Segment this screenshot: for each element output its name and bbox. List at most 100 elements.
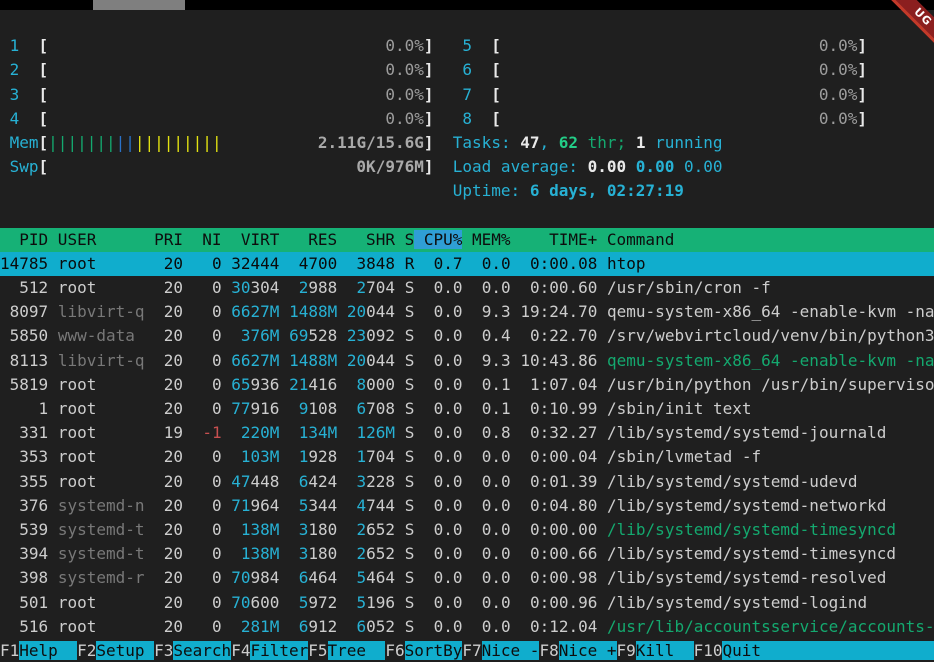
- process-row[interactable]: 5819 root 20 0 65936 21416 8000 S 0.0 0.…: [0, 373, 934, 397]
- meter-open-bracket: [: [39, 157, 49, 176]
- text-segment: [0, 206, 10, 225]
- res-cell: 972: [308, 593, 337, 612]
- text-segment: [463, 447, 473, 466]
- column-header-res[interactable]: RES: [279, 230, 337, 249]
- fkey-setup-button[interactable]: Setup: [96, 641, 154, 660]
- process-row[interactable]: 398 systemd-r 20 0 70984 6464 5464 S 0.0…: [0, 566, 934, 590]
- fkey-tree-button[interactable]: Tree: [328, 641, 386, 660]
- text-segment: [395, 326, 405, 345]
- text-segment: [626, 157, 636, 176]
- text-segment: [48, 520, 58, 539]
- mem-cell: 0.0: [472, 496, 511, 515]
- user-cell: systemd-n: [58, 496, 145, 515]
- fkey-filter-button[interactable]: Filter: [250, 641, 308, 660]
- column-header-virt[interactable]: VIRT: [222, 230, 280, 249]
- process-row[interactable]: 516 root 20 0 281M 6912 6052 S 0.0 0.0 0…: [0, 615, 934, 639]
- column-header-time[interactable]: TIME+: [511, 230, 598, 249]
- column-header-pri[interactable]: PRI: [145, 230, 184, 249]
- text-segment: [395, 447, 405, 466]
- fkey-nice--button[interactable]: Nice -: [482, 641, 540, 660]
- meter-value: 0.0%: [501, 60, 857, 79]
- text-segment: [279, 447, 289, 466]
- fkey-help-button[interactable]: Help: [19, 641, 77, 660]
- pid-cell: 14785: [0, 254, 48, 273]
- text-segment: [222, 302, 232, 321]
- time-cell: 0:00.00: [520, 520, 597, 539]
- res-cell: 134M: [289, 423, 337, 442]
- virt-cell: 376M: [231, 326, 279, 345]
- column-header-cpu[interactable]: CPU%: [414, 230, 462, 249]
- text-segment: [337, 399, 347, 418]
- res-cell: 988: [308, 278, 337, 297]
- text-segment: [183, 520, 193, 539]
- text-segment: [511, 568, 521, 587]
- fkey-kill-button[interactable]: Kill: [636, 641, 694, 660]
- process-row[interactable]: 539 systemd-t 20 0 138M 3180 2652 S 0.0 …: [0, 518, 934, 542]
- process-row[interactable]: 8113 libvirt-q 20 0 6627M 1488M 20044 S …: [0, 349, 934, 373]
- user-cell: www-data: [58, 326, 145, 345]
- text-segment: [511, 423, 521, 442]
- text-segment: [395, 278, 405, 297]
- mem-bar-cache-pipes: |||||||||: [135, 133, 222, 152]
- column-header-command[interactable]: Command: [597, 230, 934, 249]
- process-row[interactable]: 394 systemd-t 20 0 138M 3180 2652 S 0.0 …: [0, 542, 934, 566]
- process-row[interactable]: 331 root 19 -1 220M 134M 126M S 0.0 0.8 …: [0, 421, 934, 445]
- shr-cell: 652: [366, 520, 395, 539]
- ni-cell: 0: [193, 375, 222, 394]
- virt-cell: 936: [251, 375, 280, 394]
- virt-cell: 138M: [231, 544, 279, 563]
- process-row[interactable]: 14785 root 20 0 32444 4700 3848 R 0.7 0.…: [0, 252, 934, 276]
- text-segment: [145, 351, 155, 370]
- ni-cell: 0: [193, 617, 222, 636]
- process-row[interactable]: 353 root 20 0 103M 1928 1704 S 0.0 0.0 0…: [0, 445, 934, 469]
- text-segment: [434, 60, 453, 79]
- user-cell: root: [58, 278, 145, 297]
- window-drag-handle[interactable]: [93, 0, 185, 10]
- text-segment: [395, 617, 405, 636]
- tasks-separator: ,: [539, 133, 558, 152]
- ni-cell: 0: [193, 302, 222, 321]
- text-segment: [414, 593, 424, 612]
- text-segment: [395, 544, 405, 563]
- cpu-meter-label: 7: [453, 85, 492, 104]
- time-cell: 0:00.96: [520, 593, 597, 612]
- text-segment: [183, 472, 193, 491]
- meter-close-bracket: ]: [424, 36, 434, 55]
- text-segment: [48, 157, 356, 176]
- text-segment: [395, 375, 405, 394]
- fkey-sortby-button[interactable]: SortBy: [405, 641, 463, 660]
- user-cell: root: [58, 375, 145, 394]
- cpu-cell: 0.7: [424, 254, 463, 273]
- text-segment: [463, 472, 473, 491]
- process-row[interactable]: 1 root 20 0 77916 9108 6708 S 0.0 0.1 0:…: [0, 397, 934, 421]
- column-header-mem[interactable]: MEM%: [462, 230, 510, 249]
- text-segment: [463, 302, 473, 321]
- process-row[interactable]: 512 root 20 0 30304 2988 2704 S 0.0 0.0 …: [0, 276, 934, 300]
- column-header-s[interactable]: S: [395, 230, 414, 249]
- process-row[interactable]: 376 systemd-n 20 0 71964 5344 4744 S 0.0…: [0, 494, 934, 518]
- process-row[interactable]: 355 root 20 0 47448 6424 3228 S 0.0 0.0 …: [0, 470, 934, 494]
- text-segment: [434, 36, 453, 55]
- process-row[interactable]: 5850 www-data 20 0 376M 69528 23092 S 0.…: [0, 324, 934, 348]
- fkey-search-button[interactable]: Search: [173, 641, 231, 660]
- process-row[interactable]: 501 root 20 0 70600 5972 5196 S 0.0 0.0 …: [0, 591, 934, 615]
- text-segment: [222, 133, 318, 152]
- shr-cell: 044: [366, 302, 395, 321]
- column-header-pid[interactable]: PID: [0, 230, 48, 249]
- time-cell: 1:07.04: [520, 375, 597, 394]
- mem-cell: 0.0: [472, 278, 511, 297]
- virt-cell: 77: [231, 399, 250, 418]
- column-header-ni[interactable]: NI: [183, 230, 222, 249]
- pri-cell: 20: [154, 254, 183, 273]
- ni-cell: 0: [193, 447, 222, 466]
- res-cell: 5: [289, 496, 308, 515]
- pid-cell: 376: [0, 496, 48, 515]
- fkey-quit-button[interactable]: Quit: [722, 641, 934, 660]
- ni-cell: 0: [193, 326, 222, 345]
- column-header-user[interactable]: USER: [48, 230, 144, 249]
- process-row[interactable]: 8097 libvirt-q 20 0 6627M 1488M 20044 S …: [0, 300, 934, 324]
- pri-cell: 20: [154, 520, 183, 539]
- column-header-shr[interactable]: SHR: [337, 230, 395, 249]
- fkey-nice--button[interactable]: Nice +: [559, 641, 617, 660]
- meter-value: 0.0%: [48, 60, 424, 79]
